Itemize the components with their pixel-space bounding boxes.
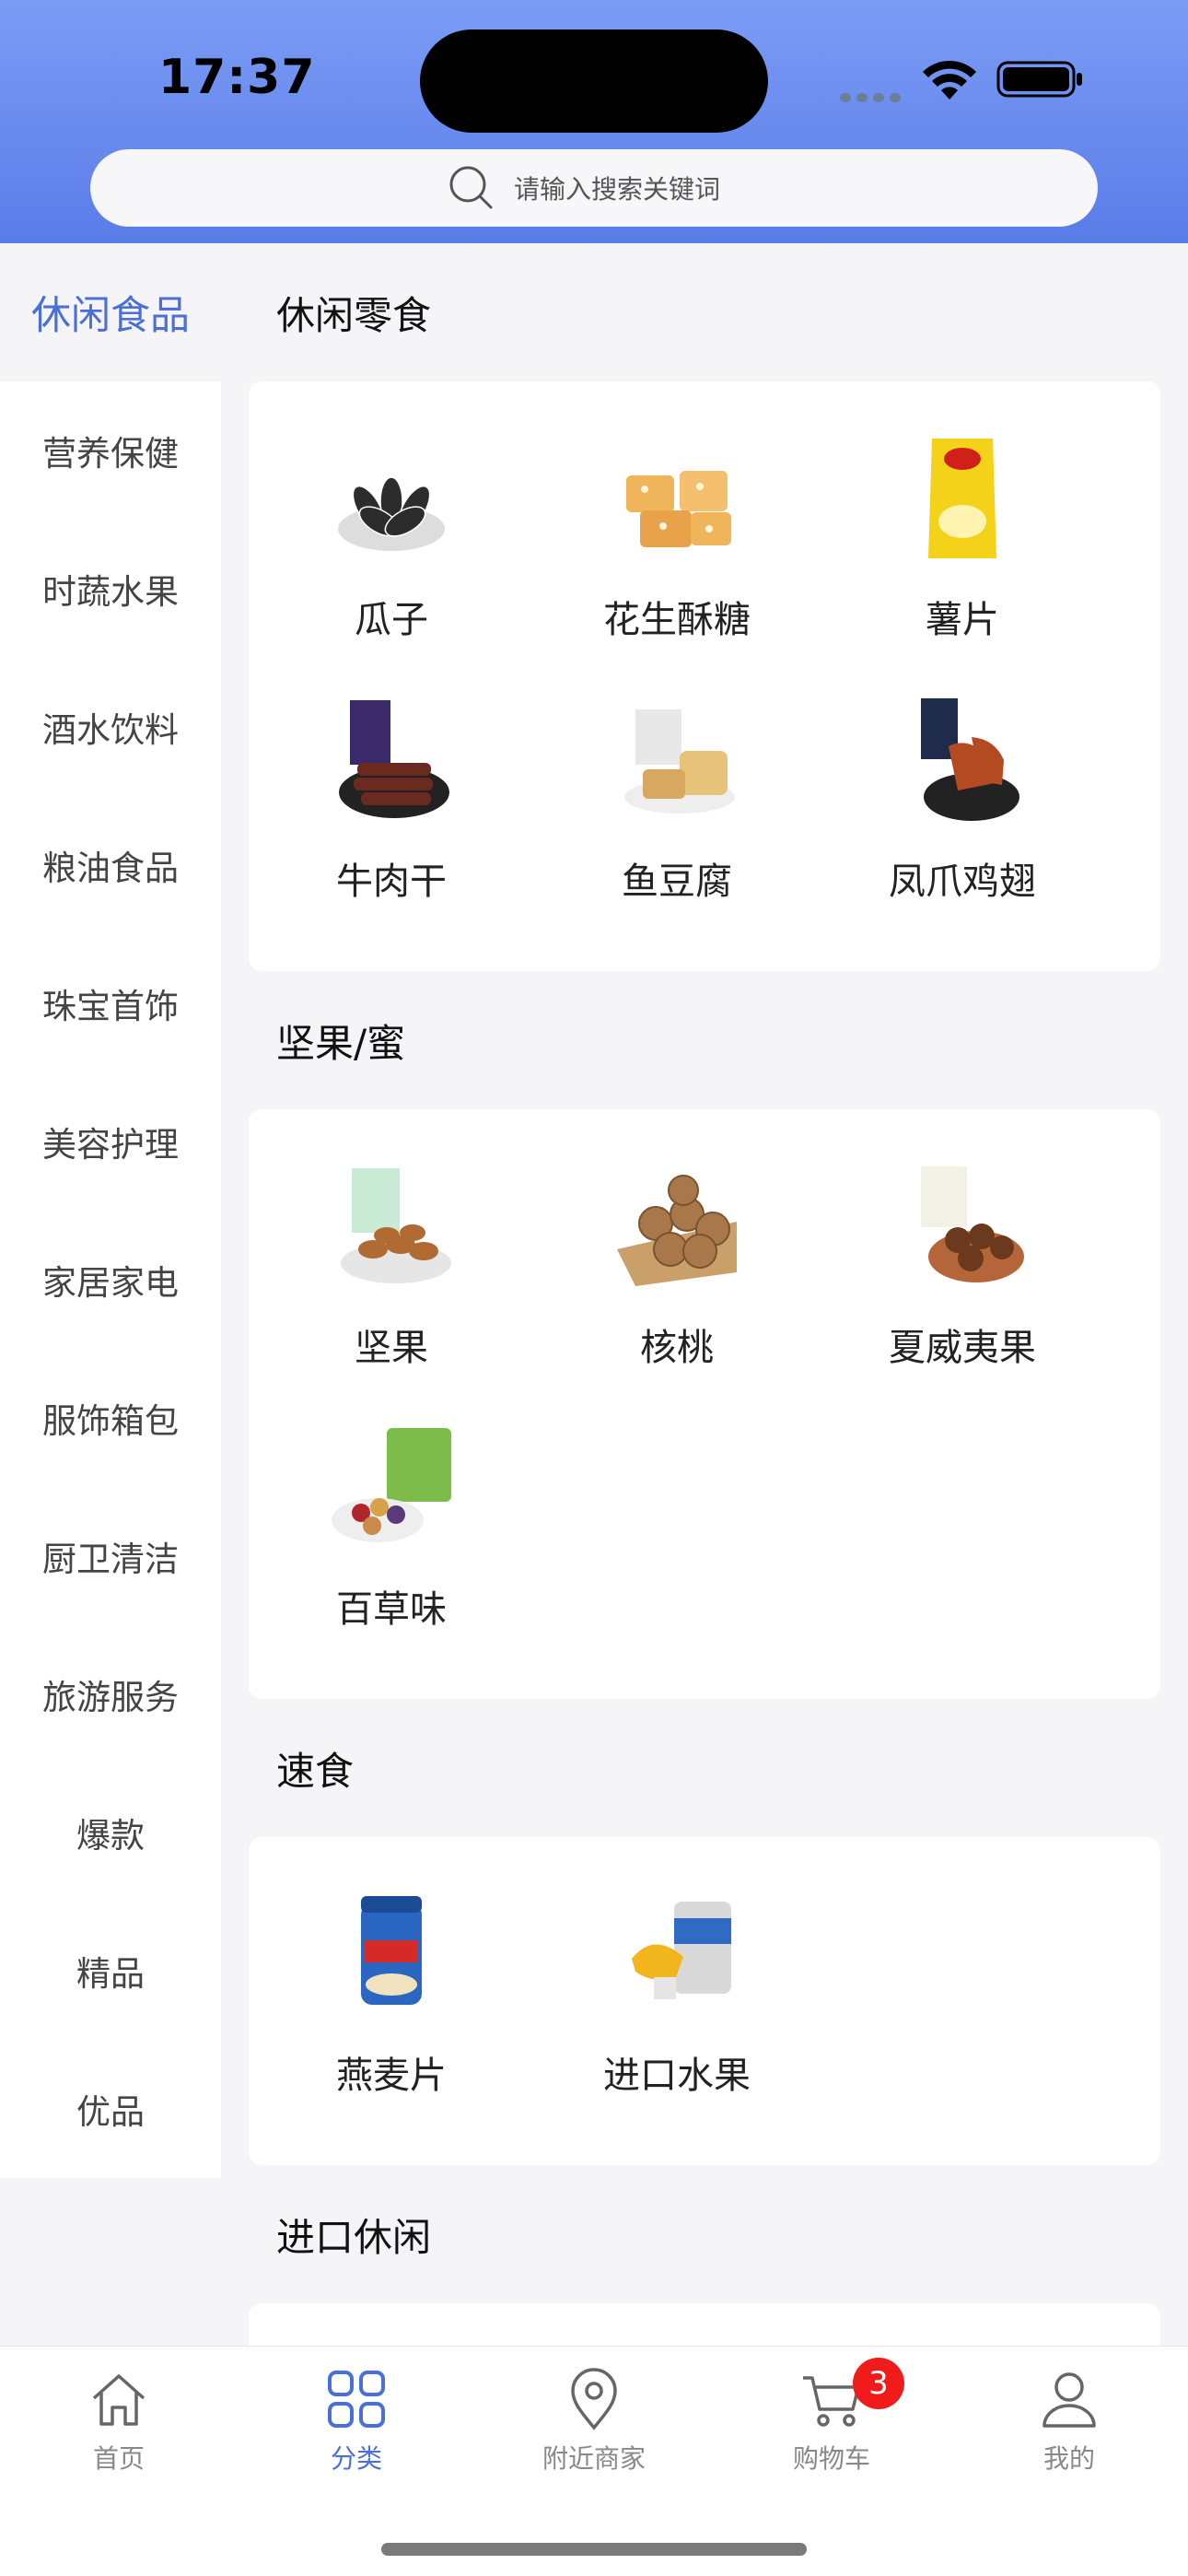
home-icon bbox=[92, 2374, 146, 2426]
cart-badge: 3 bbox=[853, 2358, 904, 2409]
section-title: 速食 bbox=[276, 1748, 355, 1794]
sidebar-item-kitchen-bath[interactable]: 厨卫清洁 bbox=[0, 1487, 221, 1625]
tab-bar: 首页 分类 附近商家 3 购物车 我的 bbox=[0, 2346, 1188, 2576]
sidebar-item-leisure-food[interactable]: 休闲食品 bbox=[0, 243, 221, 381]
product-item[interactable]: 夏威夷果 bbox=[820, 1148, 1105, 1410]
product-label: 夏威夷果 bbox=[889, 1327, 1036, 1369]
product-label: 瓜子 bbox=[355, 599, 428, 641]
oatmeal-image bbox=[361, 1896, 422, 2005]
product-label: 核桃 bbox=[640, 1327, 714, 1369]
sidebar-item-drinks[interactable]: 酒水饮料 bbox=[0, 658, 221, 796]
product-item[interactable]: 瓜子 bbox=[249, 420, 534, 682]
walnut-image bbox=[617, 1175, 737, 1286]
tab-cart[interactable]: 3 购物车 bbox=[713, 2347, 950, 2485]
sidebar-item-beauty[interactable]: 美容护理 bbox=[0, 1072, 221, 1211]
product-label: 牛肉干 bbox=[336, 861, 447, 903]
sidebar-item-nutrition[interactable]: 营养保健 bbox=[0, 381, 221, 520]
sunflower-seeds-image bbox=[338, 476, 445, 551]
section-title: 休闲零食 bbox=[276, 292, 432, 338]
sidebar-item-grain-oil[interactable]: 粮油食品 bbox=[0, 796, 221, 934]
product-label: 薯片 bbox=[926, 599, 999, 641]
nuts-image bbox=[341, 1168, 451, 1283]
section-card: 坚果 核桃 夏威夷果 百草味 bbox=[249, 1109, 1160, 1699]
beef-jerky-image bbox=[339, 700, 449, 818]
section-card: 瓜子 花生酥糖 薯片 牛肉干 鱼豆腐 凤爪鸡翅 bbox=[249, 381, 1160, 971]
profile-icon bbox=[1042, 2372, 1096, 2428]
macadamia-image bbox=[921, 1166, 1024, 1282]
sidebar-item-quality[interactable]: 优品 bbox=[0, 2040, 221, 2178]
chicken-feet-image bbox=[921, 698, 1019, 821]
product-item[interactable]: 牛肉干 bbox=[249, 682, 534, 943]
product-label: 鱼豆腐 bbox=[622, 861, 732, 903]
header: 17:37 请输入搜索关键词 bbox=[0, 0, 1188, 243]
wifi-icon bbox=[923, 60, 976, 100]
dynamic-island bbox=[420, 29, 768, 133]
sidebar-item-travel[interactable]: 旅游服务 bbox=[0, 1625, 221, 1763]
tab-label: 我的 bbox=[1042, 2443, 1095, 2474]
battery-icon bbox=[996, 61, 1082, 98]
tab-label: 分类 bbox=[330, 2443, 382, 2474]
sidebar-item-fruits-vegetables[interactable]: 时蔬水果 bbox=[0, 520, 221, 658]
product-item[interactable]: 薯片 bbox=[820, 420, 1105, 682]
product-item[interactable]: 凤爪鸡翅 bbox=[820, 682, 1105, 943]
product-item[interactable]: 花生酥糖 bbox=[534, 420, 820, 682]
section-title: 进口休闲 bbox=[276, 2214, 432, 2260]
imported-fruit-image bbox=[632, 1902, 731, 1999]
section-card bbox=[249, 2303, 1160, 2349]
product-item[interactable]: 核桃 bbox=[534, 1148, 820, 1410]
search-placeholder: 请输入搜索关键词 bbox=[514, 174, 721, 205]
sidebar-item-jewelry[interactable]: 珠宝首饰 bbox=[0, 934, 221, 1072]
home-indicator bbox=[381, 2543, 807, 2556]
sidebar-item-premium[interactable]: 精品 bbox=[0, 1902, 221, 2040]
product-label: 进口水果 bbox=[603, 2055, 751, 2097]
product-label: 花生酥糖 bbox=[603, 599, 751, 641]
cellular-signal-icon bbox=[840, 88, 906, 102]
potato-chips-image bbox=[928, 439, 996, 558]
sidebar-item-apparel-bags[interactable]: 服饰箱包 bbox=[0, 1349, 221, 1487]
search-bar[interactable]: 请输入搜索关键词 bbox=[90, 149, 1098, 227]
tab-label: 附近商家 bbox=[542, 2443, 646, 2474]
tab-profile[interactable]: 我的 bbox=[950, 2347, 1188, 2485]
product-item[interactable]: 坚果 bbox=[249, 1148, 534, 1410]
product-label: 百草味 bbox=[336, 1588, 447, 1631]
peanut-candy-image bbox=[626, 471, 731, 547]
product-label: 坚果 bbox=[355, 1327, 428, 1369]
fish-tofu-image bbox=[624, 709, 735, 814]
product-item[interactable]: 进口水果 bbox=[534, 1876, 820, 2137]
product-label: 凤爪鸡翅 bbox=[889, 861, 1036, 903]
category-icon bbox=[328, 2371, 385, 2428]
category-sidebar: 休闲食品 营养保健 时蔬水果 酒水饮料 粮油食品 珠宝首饰 美容护理 家居家电 … bbox=[0, 243, 221, 2178]
tab-label: 购物车 bbox=[792, 2443, 870, 2474]
product-item[interactable]: 鱼豆腐 bbox=[534, 682, 820, 943]
sidebar-item-home-appliances[interactable]: 家居家电 bbox=[0, 1211, 221, 1349]
sidebar-item-hot[interactable]: 爆款 bbox=[0, 1763, 221, 1902]
product-item[interactable]: 百草味 bbox=[249, 1410, 534, 1671]
category-content: 休闲零食 瓜子 花生酥糖 薯片 牛肉干 鱼豆腐 凤爪鸡翅 坚果/蜜 坚果 核桃 … bbox=[249, 243, 1160, 2349]
tab-nearby[interactable]: 附近商家 bbox=[475, 2347, 713, 2485]
product-item[interactable]: 燕麦片 bbox=[249, 1876, 534, 2137]
search-icon bbox=[449, 166, 493, 209]
tab-category[interactable]: 分类 bbox=[238, 2347, 475, 2485]
location-pin-icon bbox=[571, 2368, 617, 2430]
baicaowei-image bbox=[332, 1428, 451, 1542]
section-card: 燕麦片 进口水果 bbox=[249, 1837, 1160, 2165]
tab-home[interactable]: 首页 bbox=[0, 2347, 238, 2485]
status-time: 17:37 bbox=[158, 50, 316, 105]
tab-label: 首页 bbox=[92, 2443, 145, 2474]
product-label: 燕麦片 bbox=[336, 2055, 447, 2097]
section-title: 坚果/蜜 bbox=[276, 1020, 406, 1066]
